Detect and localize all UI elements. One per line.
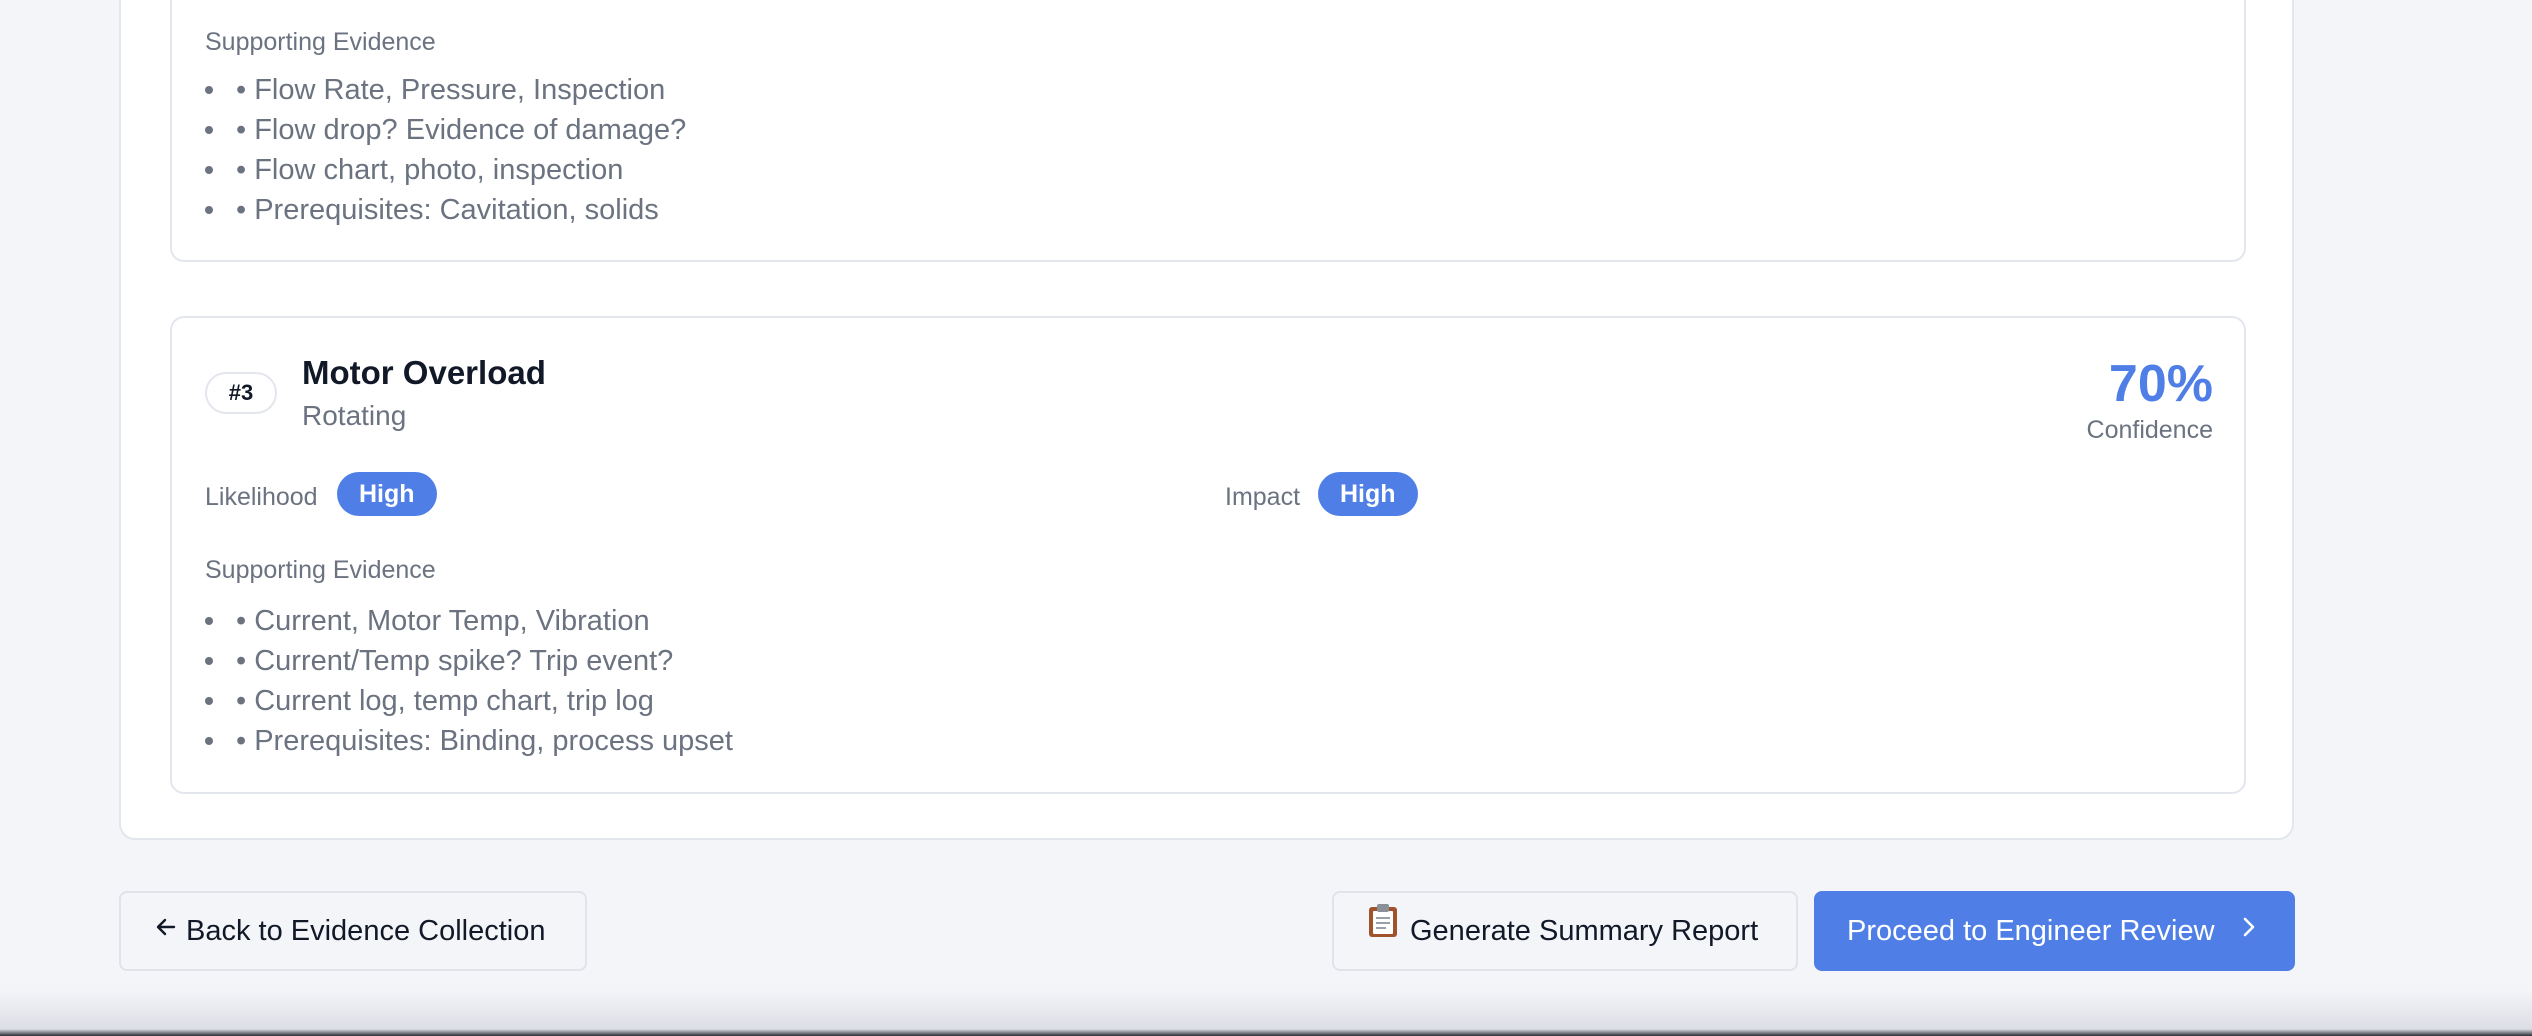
back-button-label: Back to Evidence Collection [186,915,546,947]
likelihood-label: Likelihood [205,483,318,511]
generate-report-button[interactable]: Generate Summary Report [1332,891,1798,971]
proceed-button-label: Proceed to Engineer Review [1847,915,2215,947]
evidence-item: • Current, Motor Temp, Vibration [205,601,733,641]
clipboard-icon [1366,891,1400,967]
evidence-item: • Current/Temp spike? Trip event? [205,641,733,681]
impact-badge: High [1318,472,1418,516]
supporting-evidence-label: Supporting Evidence [205,556,436,584]
confidence-label: Confidence [2086,416,2213,444]
evidence-item: • Prerequisites: Cavitation, solids [205,190,686,230]
failure-mode-category: Rotating [302,400,407,431]
evidence-item: • Flow drop? Evidence of damage? [205,110,686,150]
back-to-evidence-button[interactable]: Back to Evidence Collection [119,891,587,971]
evidence-item: • Current log, temp chart, trip log [205,681,733,721]
bottom-edge-shadow [0,990,2532,1036]
impact-label: Impact [1225,483,1301,511]
evidence-list: • Current, Motor Temp, Vibration • Curre… [205,601,733,761]
likelihood-badge: High [337,472,437,516]
evidence-item: • Flow Rate, Pressure, Inspection [205,70,686,110]
failure-mode-card: #3 Motor Overload Rotating 70% Confidenc… [170,316,2246,794]
chevron-right-icon [2239,892,2259,968]
failure-mode-card: Supporting Evidence • Flow Rate, Pressur… [170,0,2246,262]
arrow-left-icon [154,892,178,968]
rank-badge: #3 [205,372,277,414]
evidence-item: • Prerequisites: Binding, process upset [205,721,733,761]
failure-modes-panel: Supporting Evidence • Flow Rate, Pressur… [119,0,2294,840]
evidence-item: • Flow chart, photo, inspection [205,150,686,190]
supporting-evidence-label: Supporting Evidence [205,28,436,56]
report-button-label: Generate Summary Report [1410,915,1759,947]
proceed-to-engineer-review-button[interactable]: Proceed to Engineer Review [1814,891,2295,971]
confidence-value: 70% [2108,355,2213,413]
evidence-list: • Flow Rate, Pressure, Inspection • Flow… [205,70,686,230]
failure-mode-title: Motor Overload [302,354,546,391]
